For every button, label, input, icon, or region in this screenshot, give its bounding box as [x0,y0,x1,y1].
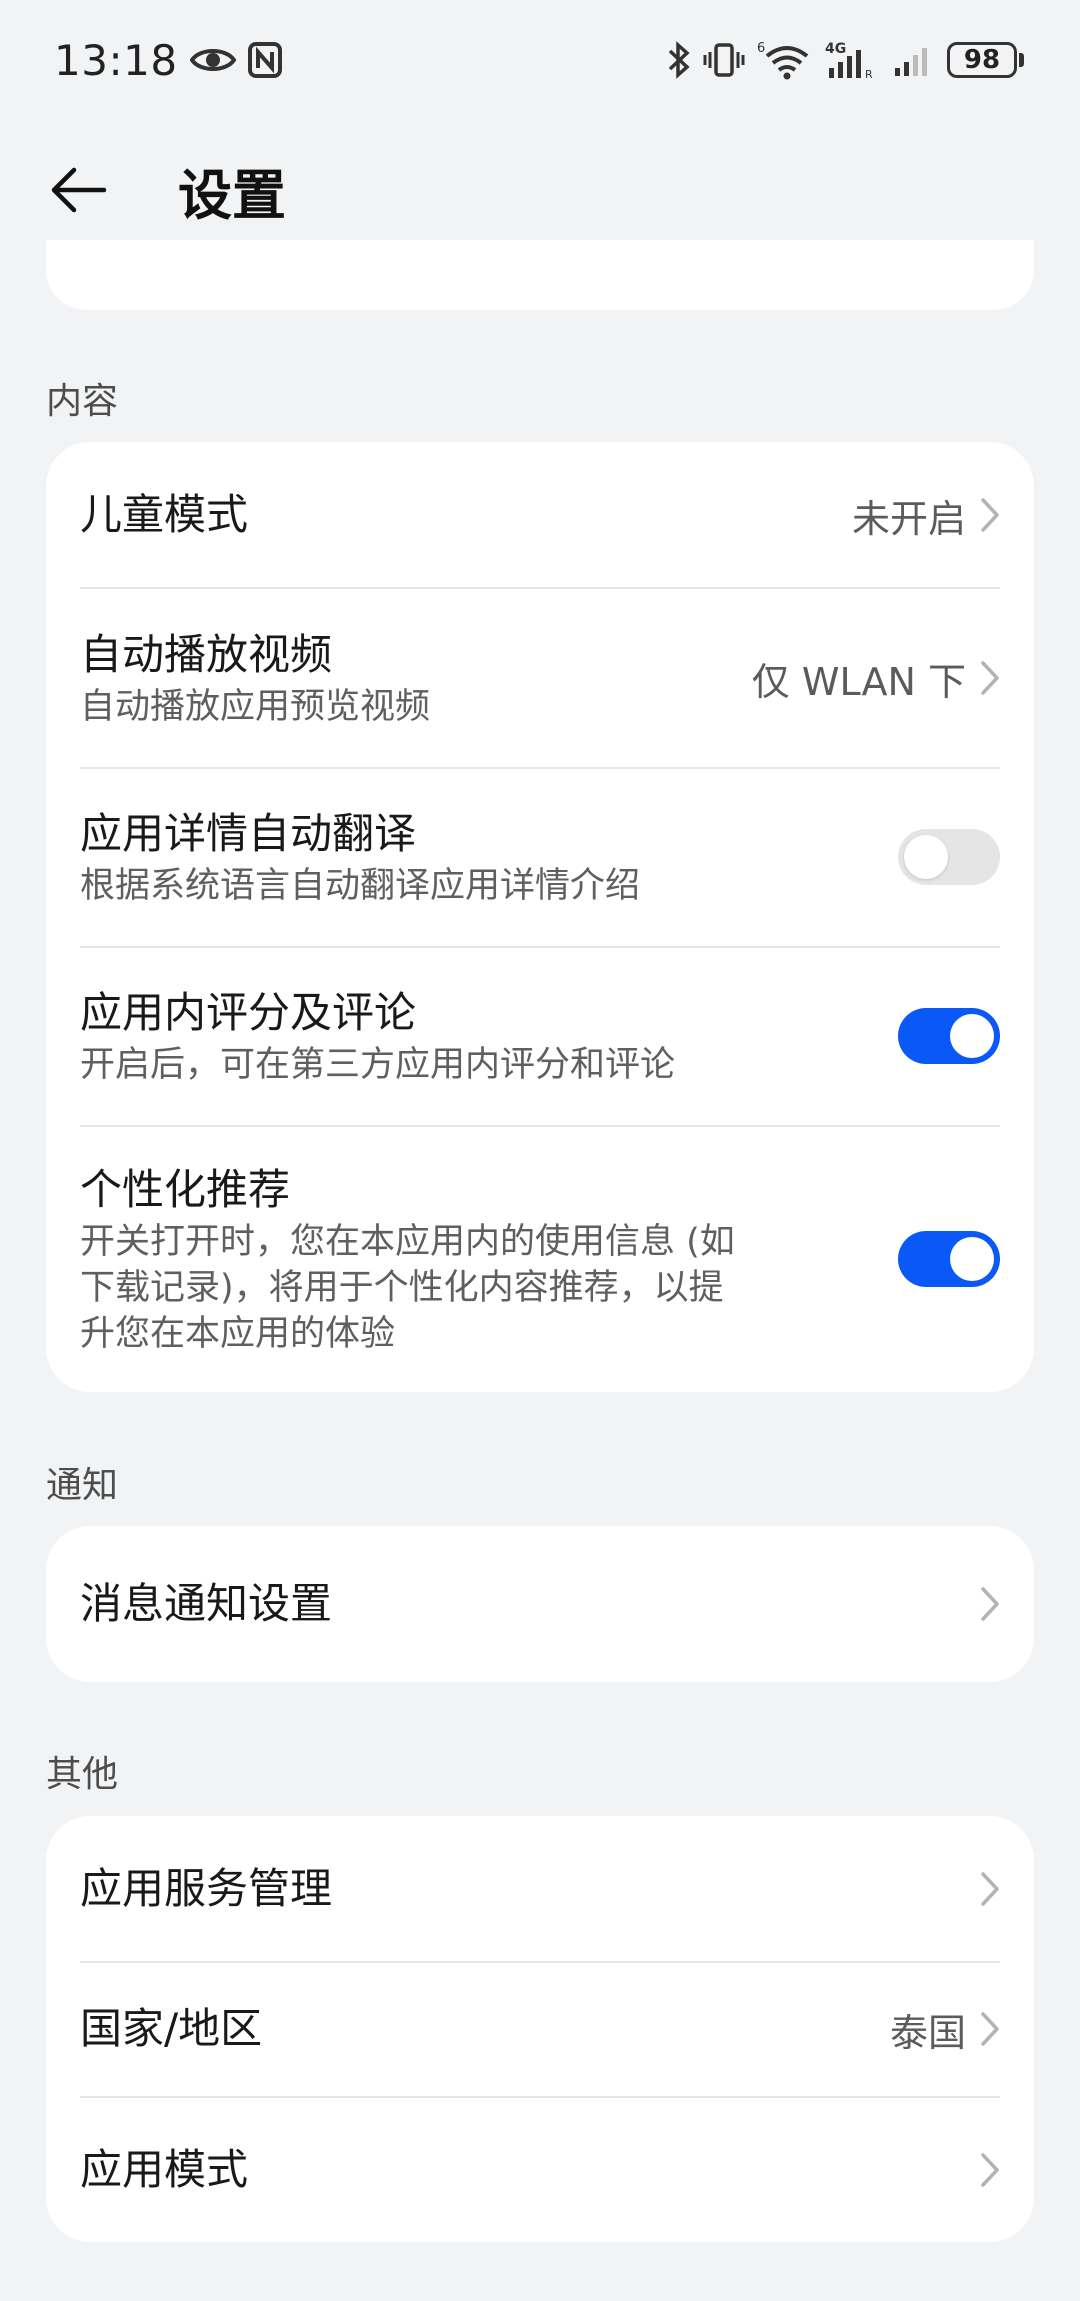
setting-row-autoplay-video[interactable]: 自动播放视频 自动播放应用预览视频 仅 WLAN 下 [80,588,1000,768]
cellular-signal-2-icon [893,42,935,78]
status-bar: 13:18 6 4G R 98 [0,0,1080,120]
section-header-other: 其他 [46,1754,119,1795]
setting-subtitle: 自动播放应用预览视频 [80,687,431,727]
vibrate-icon [703,42,745,78]
setting-title: 儿童模式 [80,490,249,539]
cellular-signal-icon: 4G R [825,40,881,80]
bluetooth-icon [667,41,691,79]
eye-comfort-icon [189,45,236,75]
setting-value: 仅 WLAN 下 [751,659,966,704]
page-title: 设置 [178,163,286,227]
chevron-right-icon [981,2152,999,2187]
personalized-recommendation-toggle[interactable] [898,1231,1000,1287]
section-header-content: 内容 [46,381,119,422]
title-bar: 设置 [0,140,1080,240]
setting-row-message-notification[interactable]: 消息通知设置 [80,1526,1000,1682]
setting-title: 消息通知设置 [80,1579,333,1628]
settings-page: 13:18 6 4G R 98 设置 内容 儿童模式 未开启 自动播放视频 自动… [0,0,1080,2301]
setting-subtitle-line: 下载记录)，将用于个性化内容推荐，以提 [80,1268,724,1308]
setting-row-app-mode[interactable]: 应用模式 [80,2097,1000,2242]
chevron-right-icon [981,2012,999,2046]
network-type: 4G [825,41,846,57]
setting-row-app-service-management[interactable]: 应用服务管理 [80,1816,1000,1961]
notification-settings-card: 消息通知设置 [46,1526,1034,1682]
setting-row-country-region[interactable]: 国家/地区 泰国 [80,1962,1000,2096]
setting-title: 应用服务管理 [80,1863,333,1913]
chevron-right-icon [981,661,999,695]
auto-translate-toggle[interactable] [898,829,1000,885]
setting-subtitle-line: 开关打开时，您在本应用内的使用信息 (如 [80,1222,735,1262]
setting-title: 应用内评分及评论 [80,988,417,1037]
nfc-icon [247,42,282,78]
setting-title: 自动播放视频 [80,630,333,679]
setting-subtitle: 根据系统语言自动翻译应用详情介绍 [80,866,641,906]
back-button[interactable] [44,156,112,224]
chevron-right-icon [981,498,999,532]
setting-subtitle: 开启后，可在第三方应用内评分和评论 [80,1045,676,1085]
svg-text:R: R [865,68,873,80]
setting-row-kids-mode[interactable]: 儿童模式 未开启 [80,442,1000,588]
setting-row-personalized-recommendation: 个性化推荐 开关打开时，您在本应用内的使用信息 (如 下载记录)，将用于个性化内… [80,1126,1000,1392]
setting-value: 未开启 [851,496,966,541]
other-settings-card: 应用服务管理 国家/地区 泰国 应用模式 [46,1816,1034,2242]
setting-row-in-app-rating: 应用内评分及评论 开启后，可在第三方应用内评分和评论 [80,947,1000,1125]
content-settings-card: 儿童模式 未开启 自动播放视频 自动播放应用预览视频 仅 WLAN 下 应用详情… [46,442,1034,1392]
wifi-badge: 6 [757,41,765,56]
chevron-right-icon [981,1587,999,1621]
battery-icon: 98 [947,42,1024,78]
setting-title: 个性化推荐 [80,1165,291,1214]
setting-row-auto-translate: 应用详情自动翻译 根据系统语言自动翻译应用详情介绍 [80,768,1000,946]
previous-card-bottom [46,240,1034,310]
chevron-right-icon [981,1871,999,1906]
wifi-icon: 6 [757,40,813,80]
section-header-notification: 通知 [46,1465,119,1506]
setting-title: 国家/地区 [80,2004,263,2053]
back-arrow-icon [51,167,107,213]
in-app-rating-toggle[interactable] [898,1008,1000,1064]
battery-level: 98 [947,42,1017,78]
setting-title: 应用模式 [80,2144,249,2194]
setting-subtitle-line: 升您在本应用的体验 [80,1314,396,1354]
setting-value: 泰国 [889,2010,966,2055]
setting-title: 应用详情自动翻译 [80,809,417,858]
status-time: 13:18 [54,35,178,85]
